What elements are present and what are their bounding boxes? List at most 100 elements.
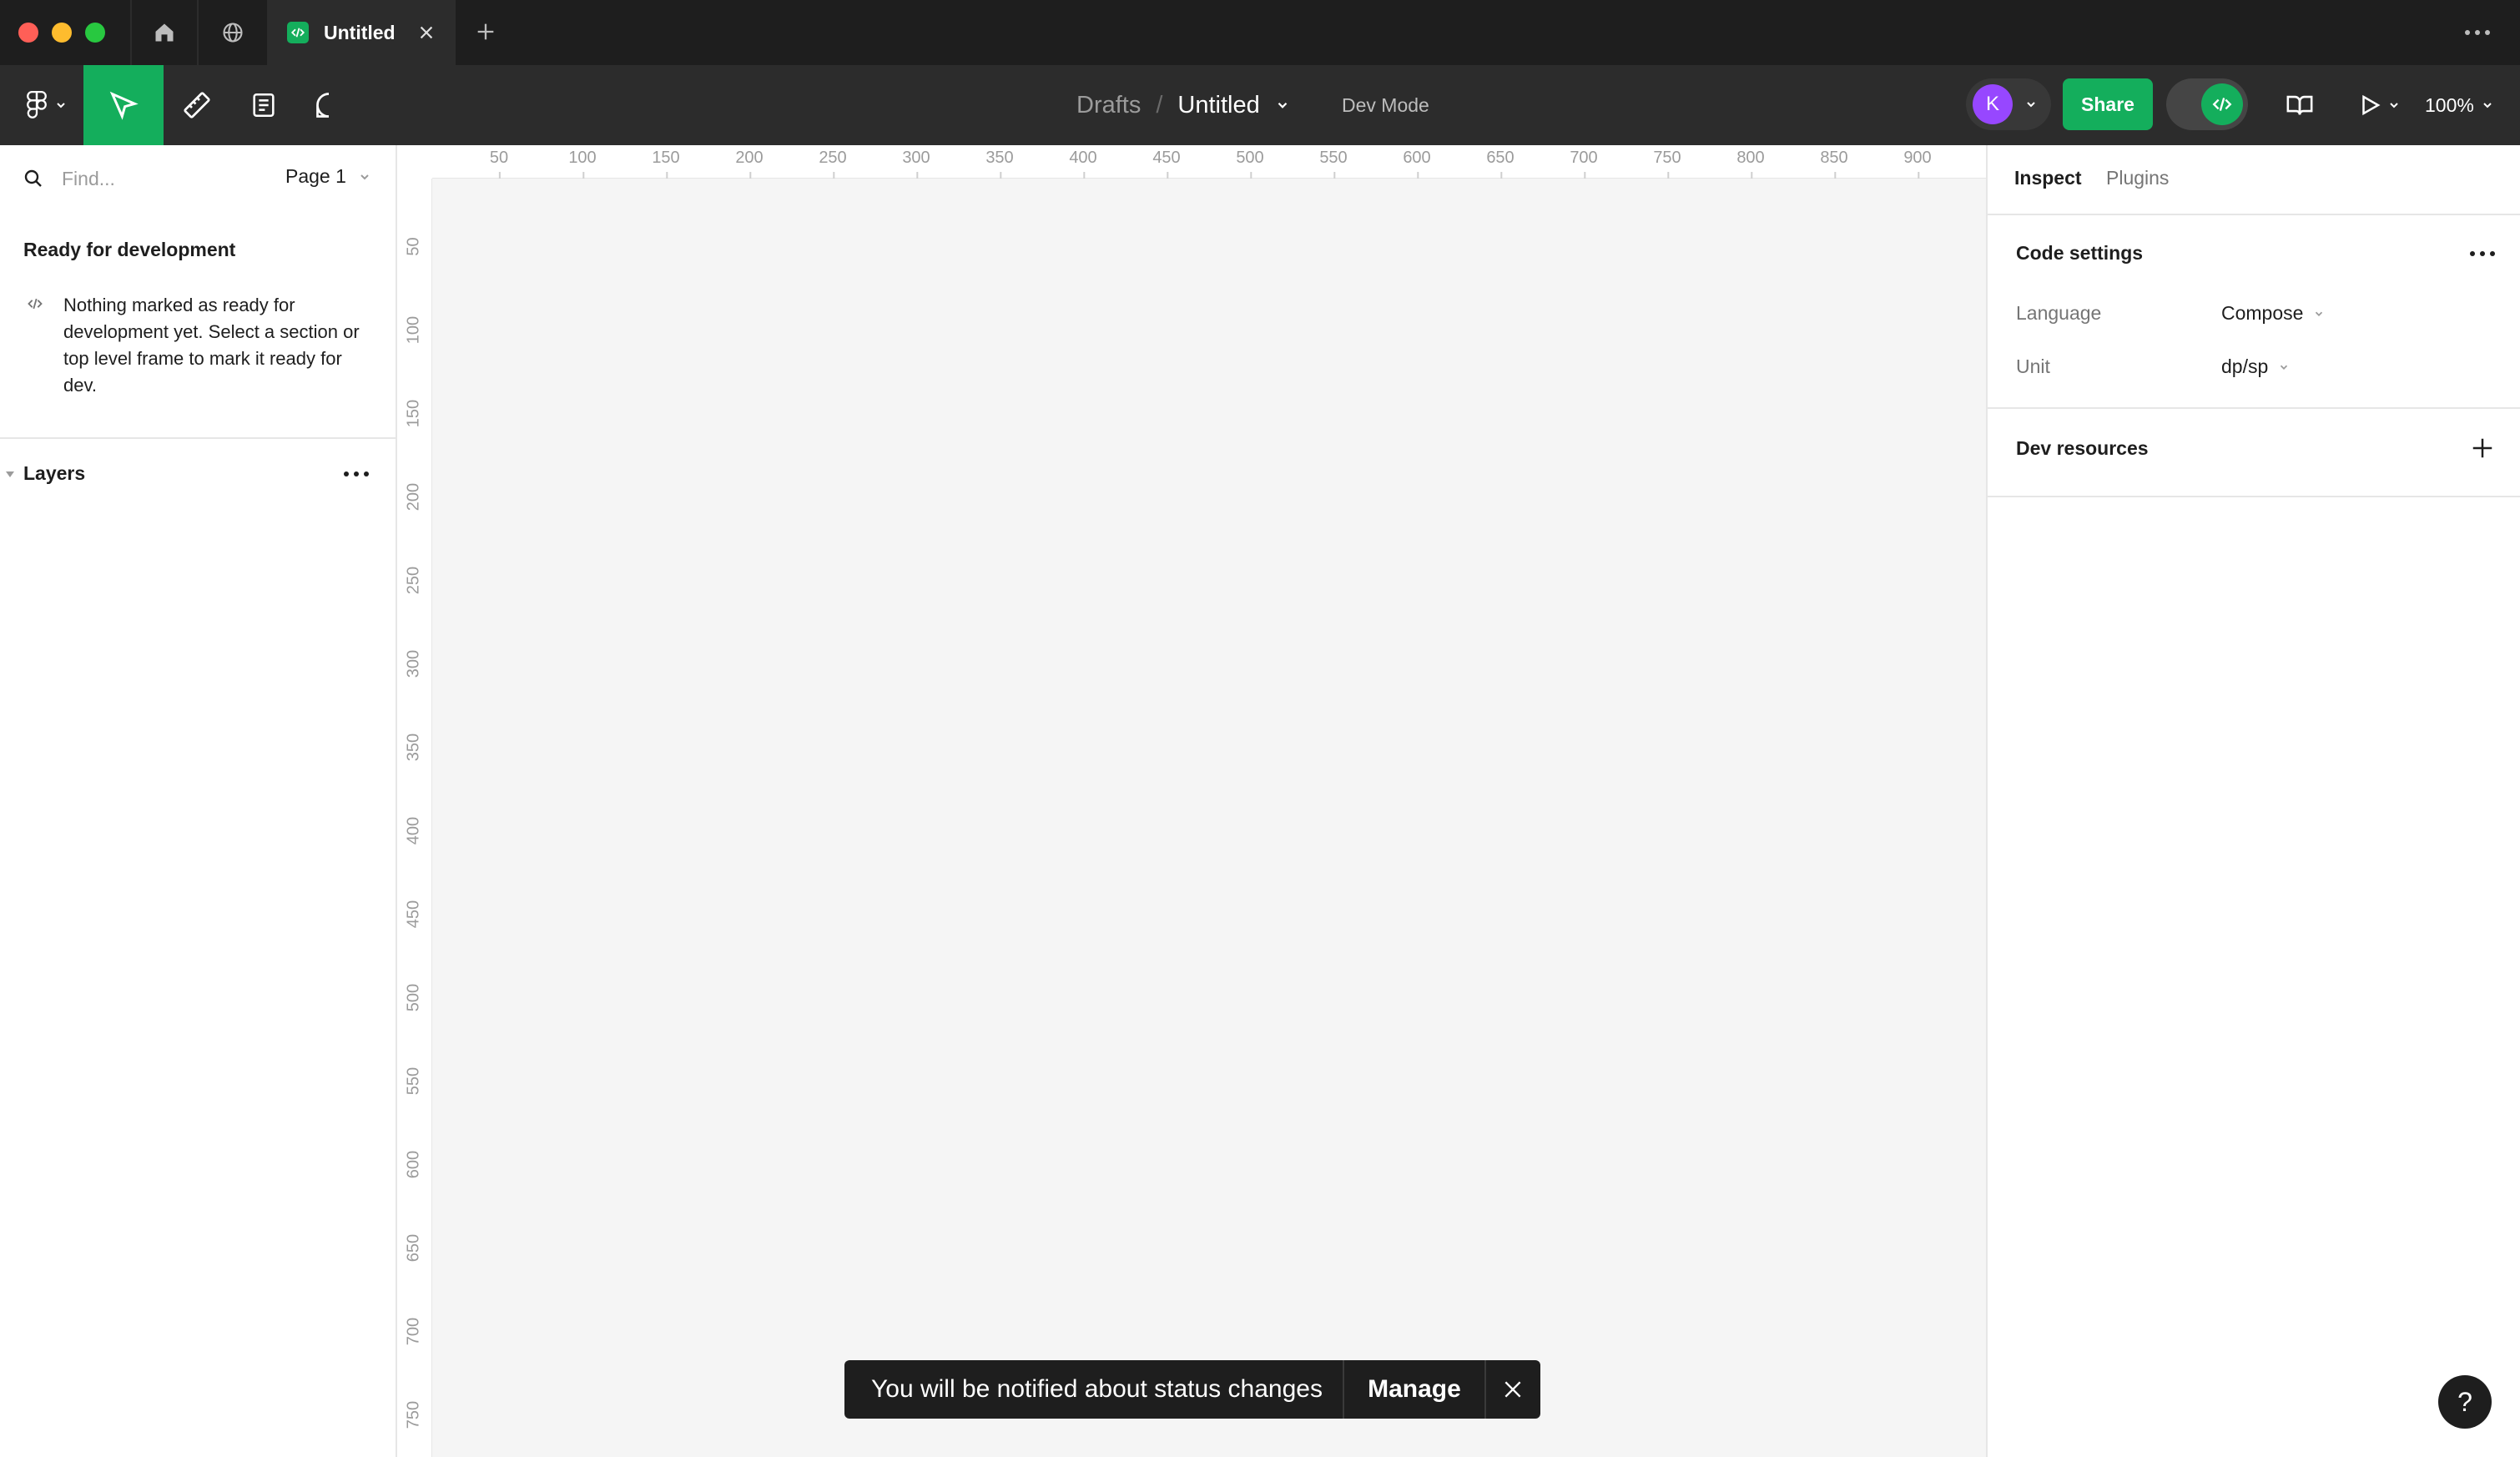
- community-tab[interactable]: [199, 0, 269, 65]
- main-menu-button[interactable]: [8, 65, 83, 145]
- ruler-tick-label: 100: [568, 149, 597, 180]
- ruler-tick-label: 350: [985, 149, 1014, 180]
- unit-label: Unit: [2016, 355, 2050, 377]
- language-value: Compose: [2221, 302, 2304, 324]
- main-toolbar: Drafts / Untitled Dev Mode K Share 100%: [0, 65, 2520, 145]
- figma-logo-icon: [27, 91, 47, 118]
- language-label: Language: [2016, 302, 2102, 324]
- divider: [1988, 407, 2520, 409]
- divider: [1988, 214, 2520, 215]
- find-input[interactable]: [62, 164, 270, 194]
- measure-tool-button[interactable]: [167, 65, 227, 145]
- ruler-tick-label: 850: [1820, 149, 1848, 180]
- design-canvas[interactable]: [432, 179, 1986, 1457]
- chevron-down-icon: [2027, 102, 2035, 108]
- tab-inspect[interactable]: Inspect: [2014, 167, 2082, 189]
- ready-for-dev-message: Nothing marked as ready for development …: [63, 295, 360, 396]
- divider: [0, 437, 396, 439]
- breadcrumb-separator: /: [1156, 91, 1163, 118]
- chevron-down-icon: [2483, 103, 2492, 108]
- unit-value: dp/sp: [2221, 355, 2269, 377]
- note-icon: [253, 93, 275, 118]
- language-select[interactable]: Compose: [2221, 302, 2325, 325]
- ruler-tick-label: 550: [404, 1066, 423, 1096]
- find-row: Page 1: [0, 145, 396, 212]
- unit-select[interactable]: dp/sp: [2221, 355, 2290, 378]
- ruler-tick-label: 450: [1152, 149, 1181, 180]
- ruler-tick-label: 250: [819, 149, 847, 180]
- toast-manage-button[interactable]: Manage: [1344, 1375, 1484, 1404]
- dev-resources-heading: Dev resources: [2016, 437, 2149, 459]
- ruler-tick-label: 300: [902, 149, 930, 180]
- help-button[interactable]: ?: [2438, 1375, 2492, 1429]
- ruler-tick-label: 600: [404, 1150, 423, 1179]
- close-tab-icon[interactable]: [417, 23, 436, 46]
- caret-down-icon[interactable]: [5, 469, 15, 479]
- ruler-tick-label: 100: [404, 315, 423, 345]
- user-menu[interactable]: K: [1966, 78, 2051, 130]
- ruler-tick-label: 300: [404, 649, 423, 678]
- horizontal-ruler: 50 100 150 200 250 300 350 400 450 500 550 600 650 70…: [432, 145, 1986, 180]
- zoom-menu[interactable]: 100%: [2425, 65, 2494, 145]
- vertical-ruler: 50 100 150 200 250 300 350 400 450 500 550 600 650 70…: [397, 179, 432, 1457]
- minimize-window-button[interactable]: [52, 23, 72, 43]
- breadcrumb-drafts-link[interactable]: Drafts: [1076, 92, 1141, 119]
- ruler-tick-label: 500: [404, 983, 423, 1012]
- document-tab[interactable]: Untitled: [269, 0, 456, 65]
- breadcrumb: Drafts / Untitled: [1076, 65, 1290, 145]
- comment-tool-button[interactable]: [299, 65, 359, 145]
- new-tab-icon[interactable]: [474, 20, 497, 48]
- page-select-label: Page 1: [285, 165, 346, 187]
- ruler-tick-label: 250: [404, 566, 423, 595]
- close-window-button[interactable]: [18, 23, 38, 43]
- code-icon: [2201, 83, 2243, 125]
- toast-message: You will be notified about status change…: [871, 1375, 1323, 1403]
- more-options-icon[interactable]: [342, 467, 370, 481]
- close-toast-icon[interactable]: [1486, 1360, 1540, 1419]
- window-titlebar: Untitled: [0, 0, 2520, 65]
- play-icon: [2362, 94, 2381, 116]
- ruler-tick-label: 150: [404, 399, 423, 428]
- ruler-tick-label: 700: [1570, 149, 1598, 180]
- maximize-window-button[interactable]: [85, 23, 105, 43]
- layers-header[interactable]: Layers: [0, 456, 396, 492]
- globe-icon: [223, 23, 243, 43]
- left-sidebar: Page 1 Ready for development Nothing mar…: [0, 145, 397, 1457]
- present-button[interactable]: [2350, 65, 2408, 145]
- more-options-icon[interactable]: [2468, 247, 2497, 260]
- share-button[interactable]: Share: [2063, 78, 2153, 130]
- code-settings-heading: Code settings: [2016, 242, 2144, 264]
- notification-toast: You will be notified about status change…: [844, 1360, 1540, 1419]
- book-open-icon: [2286, 95, 2313, 115]
- ruler-tick-label: 350: [404, 733, 423, 762]
- dev-file-icon: [287, 22, 309, 43]
- more-options-icon[interactable]: [2463, 20, 2492, 49]
- ruler-tick-label: 450: [404, 900, 423, 929]
- ruler-tick-label: 200: [735, 149, 764, 180]
- chevron-down-icon: [2281, 365, 2288, 370]
- move-tool-button[interactable]: [83, 65, 164, 145]
- ruler-tick-label: 550: [1319, 149, 1348, 180]
- zoom-level: 100%: [2425, 93, 2474, 116]
- library-button[interactable]: [2270, 65, 2330, 145]
- ruler-tick-label: 650: [404, 1233, 423, 1263]
- ruler-tick-label: 800: [1736, 149, 1765, 180]
- layers-label: Layers: [23, 462, 86, 484]
- annotate-tool-button[interactable]: [234, 65, 294, 145]
- chevron-down-icon: [360, 174, 369, 179]
- home-tab[interactable]: [130, 0, 199, 65]
- plus-icon[interactable]: [2470, 436, 2495, 461]
- ruler-tick-label: 750: [1653, 149, 1681, 180]
- ruler-tick-label: 400: [404, 816, 423, 845]
- document-tab-label: Untitled: [324, 21, 396, 43]
- avatar[interactable]: K: [1973, 84, 2013, 124]
- page-select[interactable]: Page 1: [285, 165, 371, 188]
- file-title[interactable]: Untitled: [1177, 92, 1259, 119]
- dev-mode-toggle[interactable]: [2166, 78, 2248, 130]
- ruler-tick-label: 700: [404, 1317, 423, 1346]
- ruler-tick-label: 50: [489, 149, 509, 180]
- tab-plugins[interactable]: Plugins: [2106, 167, 2169, 189]
- chevron-down-icon: [57, 103, 65, 108]
- chevron-down-icon[interactable]: [1275, 98, 1290, 113]
- ruler-tick-label: 650: [1486, 149, 1515, 180]
